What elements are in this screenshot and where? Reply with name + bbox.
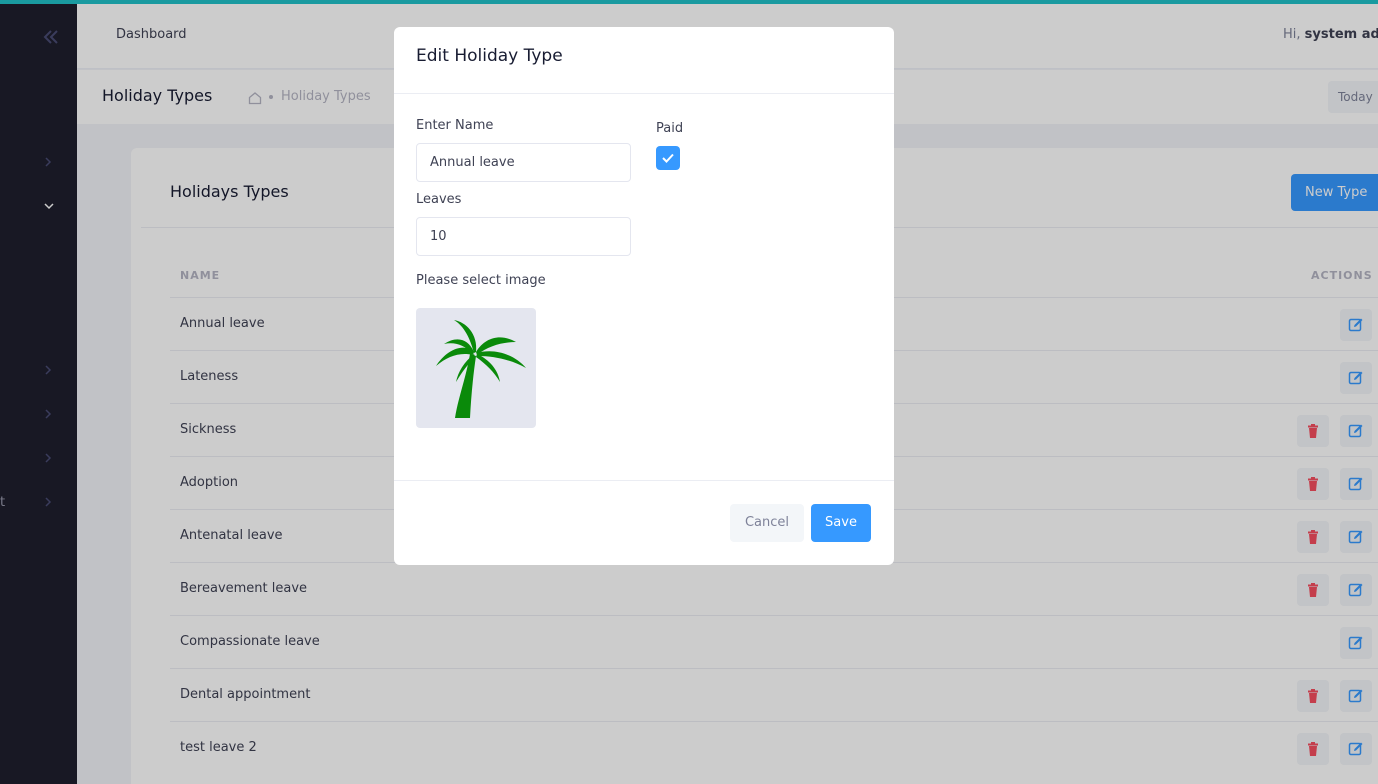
cancel-button[interactable]: Cancel [730,504,804,542]
divider [394,480,894,481]
name-field[interactable]: Annual leave [416,143,631,182]
modal-title: Edit Holiday Type [416,46,563,66]
image-label: Please select image [416,273,546,288]
leaves-label: Leaves [416,192,462,207]
top-accent-strip [0,0,1378,4]
divider [394,93,894,94]
edit-holiday-type-modal: Edit Holiday Type Enter Name Annual leav… [394,27,894,565]
save-button[interactable]: Save [811,504,871,542]
leaves-field[interactable]: 10 [416,217,631,256]
image-picker[interactable] [416,308,536,428]
paid-label: Paid [656,121,684,136]
palm-tree-icon [436,320,526,418]
paid-checkbox[interactable] [656,146,680,170]
name-label: Enter Name [416,118,494,133]
